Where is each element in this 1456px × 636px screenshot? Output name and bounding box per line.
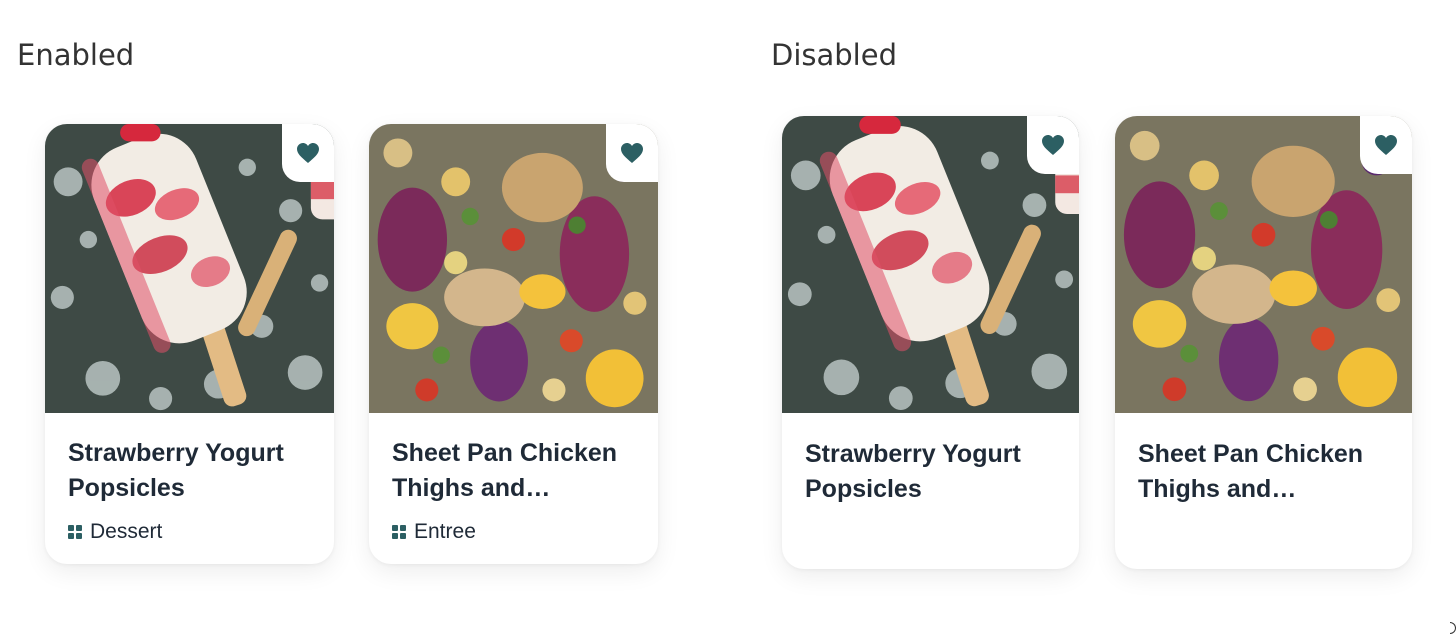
- favorite-button[interactable]: [606, 124, 658, 182]
- favorite-button[interactable]: [1027, 116, 1079, 174]
- recipe-title: Strawberry Yogurt Popsicles: [805, 440, 1021, 503]
- category-label: Entree: [414, 520, 476, 543]
- category-label: Dessert: [90, 520, 163, 543]
- section-title-disabled: Disabled: [771, 38, 897, 72]
- recipe-category: Dessert: [68, 520, 162, 544]
- grid-icon: [68, 525, 82, 539]
- recipe-card-disabled: Strawberry Yogurt Popsicles: [782, 116, 1079, 569]
- recipe-title: Strawberry Yogurt Popsicles: [68, 439, 284, 502]
- resize-handle: [1450, 622, 1456, 634]
- recipe-card[interactable]: Strawberry Yogurt Popsicles Dessert: [45, 124, 334, 564]
- recipe-card-disabled: Sheet Pan Chicken Thighs and…: [1115, 116, 1412, 569]
- recipe-title: Sheet Pan Chicken Thighs and…: [1138, 440, 1364, 503]
- heart-icon: [1374, 134, 1398, 156]
- grid-icon: [392, 525, 406, 539]
- recipe-category: Entree: [392, 520, 476, 544]
- heart-icon: [296, 142, 320, 164]
- heart-icon: [1041, 134, 1065, 156]
- recipe-title: Sheet Pan Chicken Thighs and…: [392, 439, 618, 502]
- favorite-button[interactable]: [282, 124, 334, 182]
- recipe-card[interactable]: Sheet Pan Chicken Thighs and… Entree: [369, 124, 658, 564]
- section-title-enabled: Enabled: [17, 38, 135, 72]
- favorite-button[interactable]: [1360, 116, 1412, 174]
- heart-icon: [620, 142, 644, 164]
